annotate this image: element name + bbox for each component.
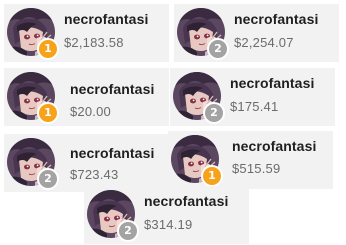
supporter-name: necrofantasi (64, 11, 149, 27)
supporter-name: necrofantasi (70, 145, 155, 161)
supporter-name: necrofantasi (144, 193, 229, 209)
rank-badge: 1 (37, 102, 59, 124)
supporter-card[interactable]: 2 necrofantasi $2,254.07 (174, 4, 339, 62)
avatar: 2 (87, 190, 139, 242)
supporter-amount: $2,183.58 (64, 35, 124, 50)
avatar: 1 (7, 72, 59, 124)
supporter-name: necrofantasi (230, 75, 315, 91)
rank-badge: 1 (201, 165, 223, 187)
avatar: 1 (7, 8, 59, 60)
supporter-card[interactable]: 1 necrofantasi $2,183.58 (4, 4, 169, 62)
rank-badge: 2 (117, 220, 139, 242)
supporter-name: necrofantasi (70, 81, 155, 97)
supporter-amount: $723.43 (70, 167, 119, 182)
avatar: 2 (177, 8, 229, 60)
supporter-card[interactable]: 2 necrofantasi $314.19 (84, 186, 249, 244)
avatar: 1 (171, 135, 223, 187)
avatar: 2 (7, 138, 59, 190)
rank-badge: 2 (207, 38, 229, 60)
supporter-amount: $20.00 (70, 104, 111, 119)
avatar: 2 (173, 72, 225, 124)
supporter-amount: $515.59 (232, 161, 281, 176)
supporter-card[interactable]: 2 necrofantasi $723.43 (4, 134, 169, 192)
supporter-list: 1 necrofantasi $2,183.58 2 necrofantasi … (0, 0, 346, 245)
supporter-name: necrofantasi (232, 138, 317, 154)
supporter-amount: $314.19 (144, 217, 193, 232)
supporter-card[interactable]: 1 necrofantasi $515.59 (168, 131, 333, 189)
rank-badge: 1 (37, 38, 59, 60)
supporter-amount: $2,254.07 (234, 35, 294, 50)
supporter-name: necrofantasi (234, 11, 319, 27)
supporter-card[interactable]: 2 necrofantasi $175.41 (170, 68, 335, 126)
supporter-card[interactable]: 1 necrofantasi $20.00 (4, 68, 169, 126)
supporter-amount: $175.41 (230, 99, 279, 114)
rank-badge: 2 (37, 168, 59, 190)
rank-badge: 2 (203, 102, 225, 124)
